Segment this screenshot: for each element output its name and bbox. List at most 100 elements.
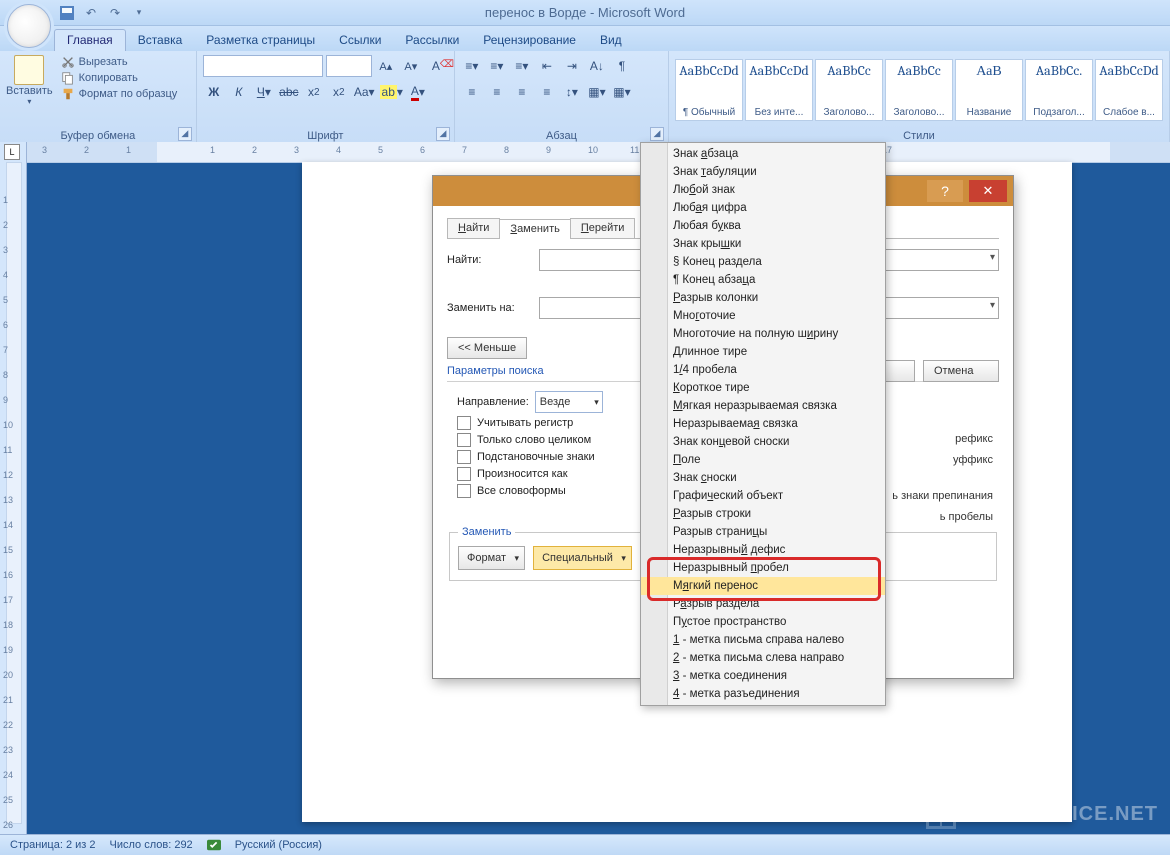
redo-icon[interactable]: ↷ [106, 4, 124, 22]
font-family-select[interactable] [203, 55, 323, 77]
menu-item[interactable]: Разрыв строки [641, 505, 885, 523]
format-painter-button[interactable]: Формат по образцу [61, 87, 178, 101]
style-item[interactable]: AaBbCcDdБез инте... [745, 59, 813, 121]
menu-item[interactable]: Графический объект [641, 487, 885, 505]
checkbox[interactable] [457, 433, 471, 447]
menu-item[interactable]: Поле [641, 451, 885, 469]
menu-item[interactable]: 2 - метка письма слева направо [641, 649, 885, 667]
line-spacing-button[interactable]: ↕▾ [561, 81, 583, 103]
strikethrough-button[interactable]: abc [278, 81, 300, 103]
menu-item[interactable]: Многоточие [641, 307, 885, 325]
menu-item[interactable]: Знак табуляции [641, 163, 885, 181]
dialog-close-button[interactable]: ✕ [969, 180, 1007, 202]
align-center-button[interactable]: ≡ [486, 81, 508, 103]
ribbon-tab[interactable]: Вид [588, 30, 634, 51]
checkbox[interactable] [457, 416, 471, 430]
show-hide-button[interactable]: ¶ [611, 55, 633, 77]
clipboard-launcher-icon[interactable]: ◢ [178, 127, 192, 141]
bold-button[interactable]: Ж [203, 81, 225, 103]
dialog-tab[interactable]: Найти [447, 218, 500, 238]
underline-button[interactable]: Ч ▾ [253, 81, 275, 103]
less-button[interactable]: << Меньше [447, 337, 527, 359]
qat-dropdown-icon[interactable]: ▾ [130, 4, 148, 22]
menu-item[interactable]: Пустое пространство [641, 613, 885, 631]
menu-item[interactable]: Длинное тире [641, 343, 885, 361]
menu-item[interactable]: Знак концевой сноски [641, 433, 885, 451]
menu-item[interactable]: Короткое тире [641, 379, 885, 397]
status-words[interactable]: Число слов: 292 [110, 839, 193, 851]
menu-item[interactable]: Мягкая неразрываемая связка [641, 397, 885, 415]
ribbon-tab[interactable]: Рассылки [393, 30, 471, 51]
change-case-button[interactable]: Aa▾ [353, 81, 376, 103]
increase-indent-button[interactable]: ⇥ [561, 55, 583, 77]
ribbon-tab[interactable]: Рецензирование [471, 30, 588, 51]
grow-font-icon[interactable]: A▴ [375, 55, 397, 77]
style-item[interactable]: AaBbCcDdСлабое в... [1095, 59, 1163, 121]
multilevel-button[interactable]: ≡▾ [511, 55, 533, 77]
font-color-button[interactable]: A▾ [407, 81, 429, 103]
menu-item[interactable]: Мягкий перенос [641, 577, 885, 595]
cancel-button[interactable]: Отмена [923, 360, 999, 382]
borders-button[interactable]: ▦▾ [611, 81, 633, 103]
menu-item[interactable]: Неразрываемая связка [641, 415, 885, 433]
style-item[interactable]: AaBbCcDdОбычный [675, 59, 743, 121]
direction-select[interactable]: Везде▾ [535, 391, 603, 413]
checkbox[interactable] [457, 450, 471, 464]
ribbon-tab[interactable]: Главная [54, 29, 126, 51]
menu-item[interactable]: 1/4 пробела [641, 361, 885, 379]
menu-item[interactable]: 4 - метка разъединения [641, 685, 885, 703]
style-item[interactable]: АаВНазвание [955, 59, 1023, 121]
justify-button[interactable]: ≡ [536, 81, 558, 103]
undo-icon[interactable]: ↶ [82, 4, 100, 22]
shading-button[interactable]: ▦▾ [586, 81, 608, 103]
clear-formatting-icon[interactable]: A⌫ [425, 55, 447, 77]
italic-button[interactable]: К [228, 81, 250, 103]
align-left-button[interactable]: ≡ [461, 81, 483, 103]
highlight-button[interactable]: ab▾ [379, 81, 404, 103]
paragraph-launcher-icon[interactable]: ◢ [650, 127, 664, 141]
ribbon-tab[interactable]: Ссылки [327, 30, 393, 51]
style-item[interactable]: AaBbCcЗаголово... [815, 59, 883, 121]
menu-item[interactable]: ¶ Конец абзаца [641, 271, 885, 289]
status-page[interactable]: Страница: 2 из 2 [10, 839, 96, 851]
menu-item[interactable]: 3 - метка соединения [641, 667, 885, 685]
paste-button[interactable]: Вставить ▾ [6, 55, 53, 106]
menu-item[interactable]: Разрыв страницы [641, 523, 885, 541]
cut-button[interactable]: Вырезать [61, 55, 178, 69]
menu-item[interactable]: § Конец раздела [641, 253, 885, 271]
menu-item[interactable]: Любая цифра [641, 199, 885, 217]
format-dropdown[interactable]: Формат [458, 546, 525, 570]
sort-button[interactable]: A↓ [586, 55, 608, 77]
subscript-button[interactable]: x2 [303, 81, 325, 103]
menu-item[interactable]: Разрыв колонки [641, 289, 885, 307]
special-dropdown[interactable]: Специальный [533, 546, 632, 570]
save-icon[interactable] [58, 4, 76, 22]
menu-item[interactable]: Знак крышки [641, 235, 885, 253]
menu-item[interactable]: Неразрывный дефис [641, 541, 885, 559]
dialog-tab[interactable]: Заменить [499, 219, 570, 239]
dialog-tab[interactable]: Перейти [570, 218, 636, 238]
styles-gallery[interactable]: AaBbCcDdОбычныйAaBbCcDdБез инте...AaBbCc… [675, 55, 1163, 121]
copy-button[interactable]: Копировать [61, 71, 178, 85]
menu-item[interactable]: Знак сноски [641, 469, 885, 487]
checkbox[interactable] [457, 467, 471, 481]
menu-item[interactable]: Разрыв раздела [641, 595, 885, 613]
style-item[interactable]: AaBbCc.Подзагол... [1025, 59, 1093, 121]
menu-item[interactable]: Неразрывный пробел [641, 559, 885, 577]
dialog-help-button[interactable]: ? [927, 180, 963, 202]
superscript-button[interactable]: x2 [328, 81, 350, 103]
menu-item[interactable]: Любая буква [641, 217, 885, 235]
decrease-indent-button[interactable]: ⇤ [536, 55, 558, 77]
office-button[interactable] [7, 4, 51, 48]
menu-item[interactable]: Знак абзаца [641, 145, 885, 163]
menu-item[interactable]: Любой знак [641, 181, 885, 199]
bullets-button[interactable]: ≡▾ [461, 55, 483, 77]
proofing-icon[interactable] [207, 838, 221, 852]
style-item[interactable]: AaBbCcЗаголово... [885, 59, 953, 121]
ribbon-tab[interactable]: Вставка [126, 30, 195, 51]
ribbon-tab[interactable]: Разметка страницы [194, 30, 327, 51]
font-size-select[interactable] [326, 55, 372, 77]
checkbox[interactable] [457, 484, 471, 498]
shrink-font-icon[interactable]: A▾ [400, 55, 422, 77]
menu-item[interactable]: Многоточие на полную ширину [641, 325, 885, 343]
